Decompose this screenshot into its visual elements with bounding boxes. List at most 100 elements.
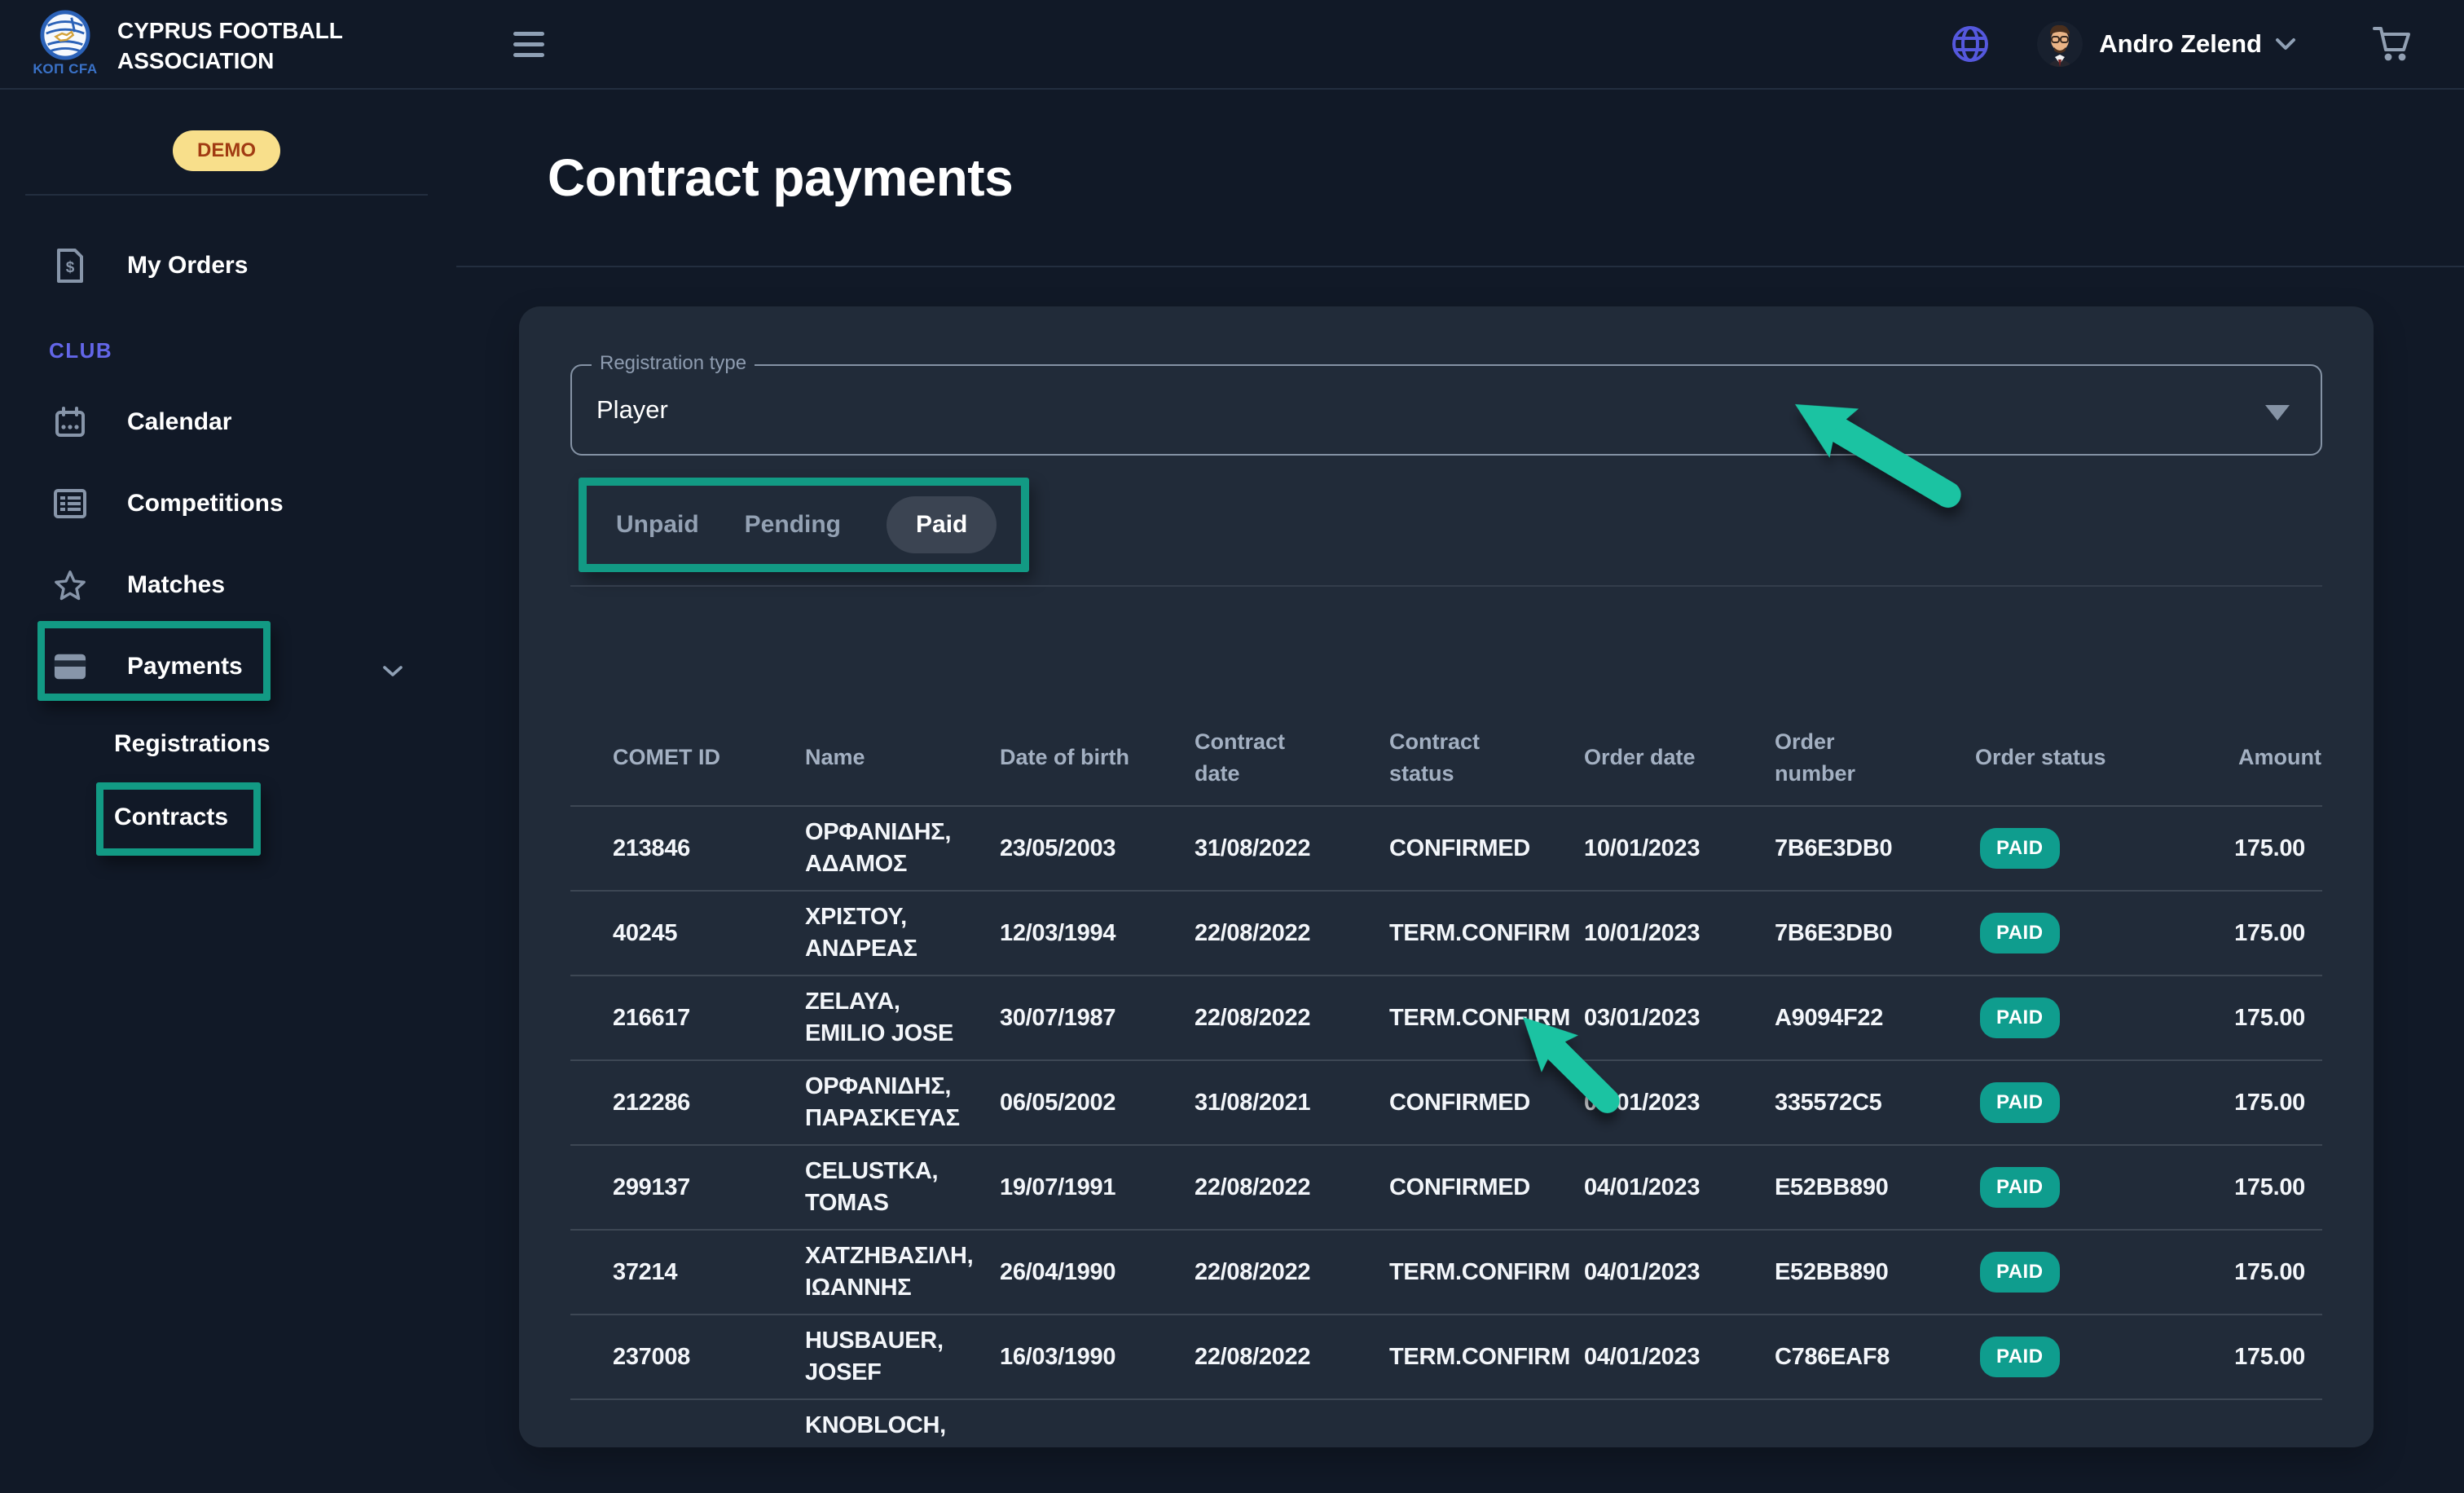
cell-contract-date: 22/08/2022 [1195, 920, 1389, 947]
sidebar-item-matches[interactable]: Matches [0, 544, 456, 626]
table-header: COMET IDNameDate of birthContract dateCo… [570, 587, 2322, 805]
demo-badge: DEMO [173, 130, 280, 171]
sidebar-item-registrations[interactable]: Registrations [0, 707, 456, 781]
cell-order-status: PAID [1975, 1167, 2171, 1208]
cell-comet-id: 40245 [613, 920, 805, 947]
column-header: Contract date [1195, 726, 1317, 790]
table-row[interactable]: 237008 HUSBAUER, JOSEF 16/03/1990 22/08/… [570, 1314, 2322, 1398]
table-row[interactable]: 213846 ΟΡΦΑΝΙΔΗΣ, ΑΔΑΜΟΣ 23/05/2003 31/0… [570, 805, 2322, 890]
registration-type-select[interactable]: Registration type Player [570, 364, 2322, 456]
cell-comet-id: 37214 [613, 1259, 805, 1286]
cell-order-date: 04/01/2023 [1584, 1259, 1775, 1286]
sidebar-item-label: Contracts [114, 804, 228, 831]
status-badge: PAID [1980, 913, 2060, 953]
cell-name: HUSBAUER, JOSEF [805, 1325, 997, 1389]
cell-date-of-birth: 16/03/1990 [1000, 1344, 1195, 1371]
table-row[interactable]: 37214 ΧΑΤΖΗΒΑΣΙΛΗ, ΙΩΑΝΝΗΣ 26/04/1990 22… [570, 1229, 2322, 1314]
column-header: Contract status [1389, 726, 1511, 790]
status-badge: PAID [1980, 1082, 2060, 1123]
column-header: Order status [1975, 742, 2171, 773]
cell-order-date: 10/01/2023 [1584, 920, 1775, 947]
cell-amount: 175.00 [2171, 1259, 2321, 1286]
sidebar-item-competitions[interactable]: Competitions [0, 463, 456, 544]
cell-order-number: C786EAF8 [1775, 1344, 1975, 1371]
cell-contract-status: CONFIRMED [1389, 835, 1584, 862]
menu-icon[interactable] [513, 32, 544, 57]
cell-contract-status: CONFIRMED [1389, 1090, 1584, 1116]
main-area: Andro Zelend Contract payments Registrat… [456, 0, 2464, 1405]
tab-pending[interactable]: Pending [745, 511, 841, 539]
sidebar-item-label: Calendar [127, 408, 231, 436]
cfa-logo-icon [40, 10, 90, 60]
cell-date-of-birth: 23/05/2003 [1000, 835, 1195, 862]
table-row[interactable]: KNOBLOCH, [570, 1398, 2322, 1493]
cell-amount: 175.00 [2171, 1174, 2321, 1201]
cell-order-date: 03/01/2023 [1584, 1005, 1775, 1032]
language-globe-icon[interactable] [1951, 24, 1990, 64]
table-body: 213846 ΟΡΦΑΝΙΔΗΣ, ΑΔΑΜΟΣ 23/05/2003 31/0… [570, 805, 2322, 1493]
cell-order-date: 04/01/2023 [1584, 1174, 1775, 1201]
cell-order-number: 335572C5 [1775, 1090, 1975, 1116]
credit-card-icon [54, 653, 86, 680]
app: { "brand": { "org_line1": "CYPRUS FOOTBA… [0, 0, 2464, 1405]
page-title: Contract payments [548, 148, 1013, 208]
cell-contract-date: 22/08/2022 [1195, 1005, 1389, 1032]
sidebar-item-calendar[interactable]: Calendar [0, 381, 456, 463]
sidebar-item-contracts[interactable]: Contracts [0, 781, 456, 854]
select-caret-icon [2265, 405, 2290, 421]
sidebar-item-my-orders[interactable]: $ My Orders [0, 225, 456, 306]
cell-name: CELUSTKA, TOMAS [805, 1156, 997, 1219]
table-row[interactable]: 216617 ZELAYA, EMILIO JOSE 30/07/1987 22… [570, 975, 2322, 1059]
cell-contract-status: TERM.CONFIRM [1389, 1259, 1584, 1286]
cell-contract-date: 22/08/2022 [1195, 1174, 1389, 1201]
cell-comet-id: 237008 [613, 1344, 805, 1371]
cell-contract-status: TERM.CONFIRM [1389, 1005, 1584, 1032]
tab-unpaid[interactable]: Unpaid [616, 511, 699, 539]
avatar[interactable] [2037, 21, 2083, 67]
status-badge: PAID [1980, 828, 2060, 869]
table-row[interactable]: 299137 CELUSTKA, TOMAS 19/07/1991 22/08/… [570, 1144, 2322, 1229]
column-header: COMET ID [613, 742, 805, 773]
sidebar-item-label: Payments [127, 653, 243, 680]
competitions-icon [54, 489, 86, 518]
registration-type-value: Player [596, 395, 668, 425]
cell-order-status: PAID [1975, 913, 2171, 953]
page-header: Contract payments [456, 90, 2464, 267]
cart-icon[interactable] [2373, 25, 2412, 63]
table-row[interactable]: 40245 ΧΡΙΣΤΟΥ, ΑΝΔΡΕΑΣ 12/03/1994 22/08/… [570, 890, 2322, 975]
cell-order-status: PAID [1975, 1337, 2171, 1377]
topbar-right: Andro Zelend [1951, 21, 2412, 67]
cell-date-of-birth: 06/05/2002 [1000, 1090, 1195, 1116]
sidebar-item-payments[interactable]: Payments [0, 626, 456, 707]
org-name: CYPRUS FOOTBALL ASSOCIATION [117, 10, 343, 88]
brand[interactable]: ΚΟΠ CFA CYPRUS FOOTBALL ASSOCIATION [0, 0, 456, 90]
column-header: Order number [1775, 726, 1897, 790]
user-name[interactable]: Andro Zelend [2099, 29, 2262, 59]
status-badge: PAID [1980, 1252, 2060, 1293]
status-badge: PAID [1980, 998, 2060, 1038]
cell-order-number: E52BB890 [1775, 1174, 1975, 1201]
cell-name: ZELAYA, EMILIO JOSE [805, 986, 997, 1050]
registration-type-label: Registration type [592, 352, 755, 375]
cell-date-of-birth: 12/03/1994 [1000, 920, 1195, 947]
table-row[interactable]: 212286 ΟΡΦΑΝΙΔΗΣ, ΠΑΡΑΣΚΕΥΑΣ 06/05/2002 … [570, 1059, 2322, 1144]
cfa-logo: ΚΟΠ CFA [31, 10, 99, 88]
user-chevron-down-icon[interactable] [2273, 36, 2298, 52]
chevron-down-icon[interactable] [381, 657, 404, 685]
sidebar-item-label: Registrations [114, 730, 271, 758]
cell-order-date: 04/01/2023 [1584, 1344, 1775, 1371]
cell-date-of-birth: 26/04/1990 [1000, 1259, 1195, 1286]
cell-order-number: A9094F22 [1775, 1005, 1975, 1032]
cell-order-status: PAID [1975, 998, 2171, 1038]
cell-name: ΟΡΦΑΝΙΔΗΣ, ΠΑΡΑΣΚΕΥΑΣ [805, 1071, 997, 1134]
sidebar-section-club: CLUB [0, 326, 456, 375]
cell-name: ΧΑΤΖΗΒΑΣΙΛΗ, ΙΩΑΝΝΗΣ [805, 1240, 997, 1304]
sidebar-item-label: Competitions [127, 490, 284, 517]
cell-contract-status: TERM.CONFIRM [1389, 920, 1584, 947]
content-card: Registration type Player Unpaid Pending … [519, 306, 2374, 1447]
cell-date-of-birth: 30/07/1987 [1000, 1005, 1195, 1032]
sidebar-item-label: My Orders [127, 252, 248, 280]
cell-comet-id: 216617 [613, 1005, 805, 1032]
tab-paid[interactable]: Paid [887, 496, 997, 553]
cell-order-number: E52BB890 [1775, 1259, 1975, 1286]
